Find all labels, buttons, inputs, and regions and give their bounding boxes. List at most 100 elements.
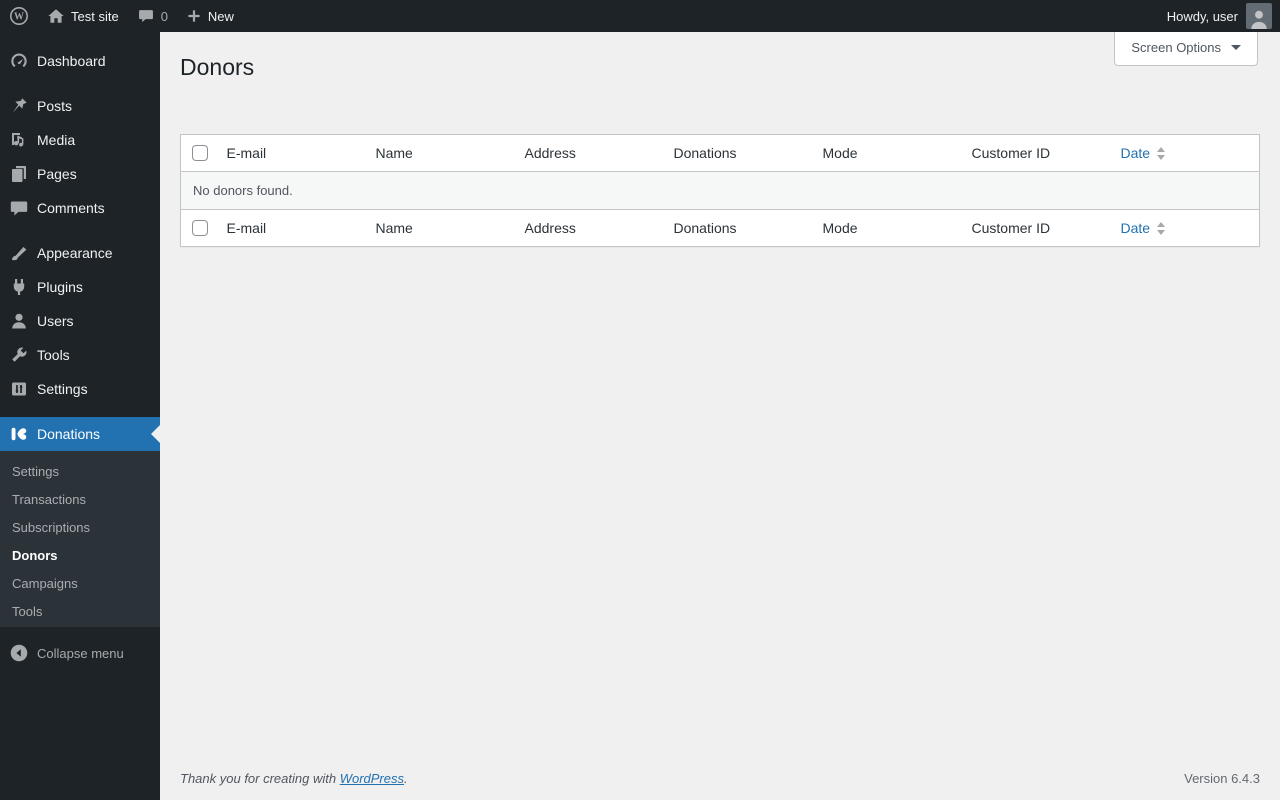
sidebar-item-pages[interactable]: Pages [0,157,160,191]
collapse-menu-button[interactable]: Collapse menu [0,636,160,670]
column-header-mode: Mode [812,134,962,172]
sort-by-date-link-bottom[interactable]: Date [1121,219,1166,237]
column-header-address: Address [514,134,664,172]
sidebar-item-label: Comments [37,200,105,216]
comments-badge[interactable]: 0 [128,0,177,32]
empty-row: No donors found. [180,171,1260,210]
tools-wrench-icon [9,345,29,365]
submenu-item-transactions[interactable]: Transactions [0,486,160,514]
admin-menu: Dashboard Posts Media Pages Comments App… [0,32,160,670]
column-footer-name: Name [365,209,515,247]
column-footer-address: Address [514,209,664,247]
donors-table: E-mail Name Address Donations Mode Custo… [180,134,1260,247]
kudos-donations-icon [9,424,29,444]
select-all-cell [180,134,217,172]
screen-options-button[interactable]: Screen Options [1114,32,1258,66]
svg-text:W: W [14,12,24,23]
footer-thanks-text: Thank you for creating with WordPress. [180,771,408,786]
date-column-label: Date [1120,220,1151,236]
site-name-label: Test site [71,8,119,24]
column-footer-customer-id: Customer ID [961,209,1111,247]
column-header-email: E-mail [216,134,366,172]
admin-bar-left: W Test site 0 New [0,0,243,32]
column-header-donations: Donations [663,134,813,172]
thanks-prefix: Thank you for creating with [180,771,340,786]
sort-by-date-link[interactable]: Date [1121,144,1166,162]
admin-sidebar: Dashboard Posts Media Pages Comments App… [0,32,160,800]
comment-count: 0 [160,8,168,24]
settings-sliders-icon [9,379,29,399]
users-icon [9,311,29,331]
main-content: Screen Options Donors E-mail Name Addres… [160,32,1280,800]
plugin-icon [9,277,29,297]
new-label: New [207,8,234,24]
wordpress-link[interactable]: WordPress [340,771,404,786]
donors-table-header: E-mail Name Address Donations Mode Custo… [180,134,1260,172]
column-footer-date: Date [1110,209,1260,247]
table-header-row: E-mail Name Address Donations Mode Custo… [180,134,1260,172]
sidebar-item-label: Pages [37,166,77,182]
chevron-down-icon [1231,45,1241,50]
my-account-menu[interactable]: Howdy, user [1167,0,1280,32]
select-all-checkbox[interactable] [192,145,208,161]
date-column-label: Date [1120,145,1151,161]
sidebar-item-users[interactable]: Users [0,304,160,338]
screen-options-label: Screen Options [1131,40,1221,55]
thanks-suffix: . [404,771,408,786]
home-icon [47,7,65,25]
sidebar-item-label: Appearance [37,245,113,261]
column-header-name: Name [365,134,515,172]
donors-table-footer: E-mail Name Address Donations Mode Custo… [180,209,1260,247]
column-header-date: Date [1110,134,1260,172]
footer-version: Version 6.4.3 [1184,771,1260,786]
sidebar-item-label: Plugins [37,279,83,295]
collapse-menu-label: Collapse menu [37,645,124,661]
pages-icon [9,164,29,184]
column-footer-donations: Donations [663,209,813,247]
sidebar-item-label: Settings [37,381,88,397]
appearance-brush-icon [9,243,29,263]
admin-footer: Thank you for creating with WordPress. V… [180,771,1260,800]
avatar [1246,3,1272,29]
select-all-checkbox-bottom[interactable] [192,220,208,236]
admin-bar: W Test site 0 New Howdy, user [0,0,1280,32]
donations-submenu: Settings Transactions Subscriptions Dono… [0,451,160,627]
sidebar-item-dashboard[interactable]: Dashboard [0,44,160,78]
page-title: Donors [180,54,255,80]
submenu-item-donors[interactable]: Donors [0,542,160,570]
sidebar-item-appearance[interactable]: Appearance [0,236,160,270]
pushpin-icon [9,96,29,116]
sidebar-item-label: Users [37,313,74,329]
sidebar-item-label: Donations [37,426,101,442]
submenu-item-subscriptions[interactable]: Subscriptions [0,514,160,542]
column-footer-mode: Mode [812,209,962,247]
empty-message: No donors found. [180,171,1260,210]
collapse-arrow-icon [9,643,29,663]
sort-indicator-icon [1157,146,1166,160]
sidebar-item-label: Dashboard [37,53,106,69]
new-content-menu[interactable]: New [177,0,243,32]
site-name-link[interactable]: Test site [38,0,128,32]
column-header-customer-id: Customer ID [961,134,1111,172]
submenu-item-settings[interactable]: Settings [0,458,160,486]
submenu-item-campaigns[interactable]: Campaigns [0,570,160,598]
sidebar-item-comments[interactable]: Comments [0,191,160,225]
dashboard-icon [9,51,29,71]
sidebar-item-posts[interactable]: Posts [0,89,160,123]
submenu-item-tools[interactable]: Tools [0,598,160,626]
sidebar-item-donations[interactable]: Donations [0,417,160,451]
sidebar-item-plugins[interactable]: Plugins [0,270,160,304]
sidebar-item-tools[interactable]: Tools [0,338,160,372]
select-all-cell [180,209,217,247]
plus-icon [186,8,202,24]
sidebar-item-label: Tools [37,347,70,363]
donors-table-body: No donors found. [180,171,1260,210]
sidebar-item-media[interactable]: Media [0,123,160,157]
table-footer-row: E-mail Name Address Donations Mode Custo… [180,209,1260,247]
column-footer-email: E-mail [216,209,366,247]
comment-bubble-icon [137,7,155,25]
wordpress-logo-menu[interactable]: W [0,0,38,32]
sort-indicator-icon [1157,221,1166,235]
howdy-text: Howdy, user [1166,8,1238,24]
sidebar-item-settings[interactable]: Settings [0,372,160,406]
